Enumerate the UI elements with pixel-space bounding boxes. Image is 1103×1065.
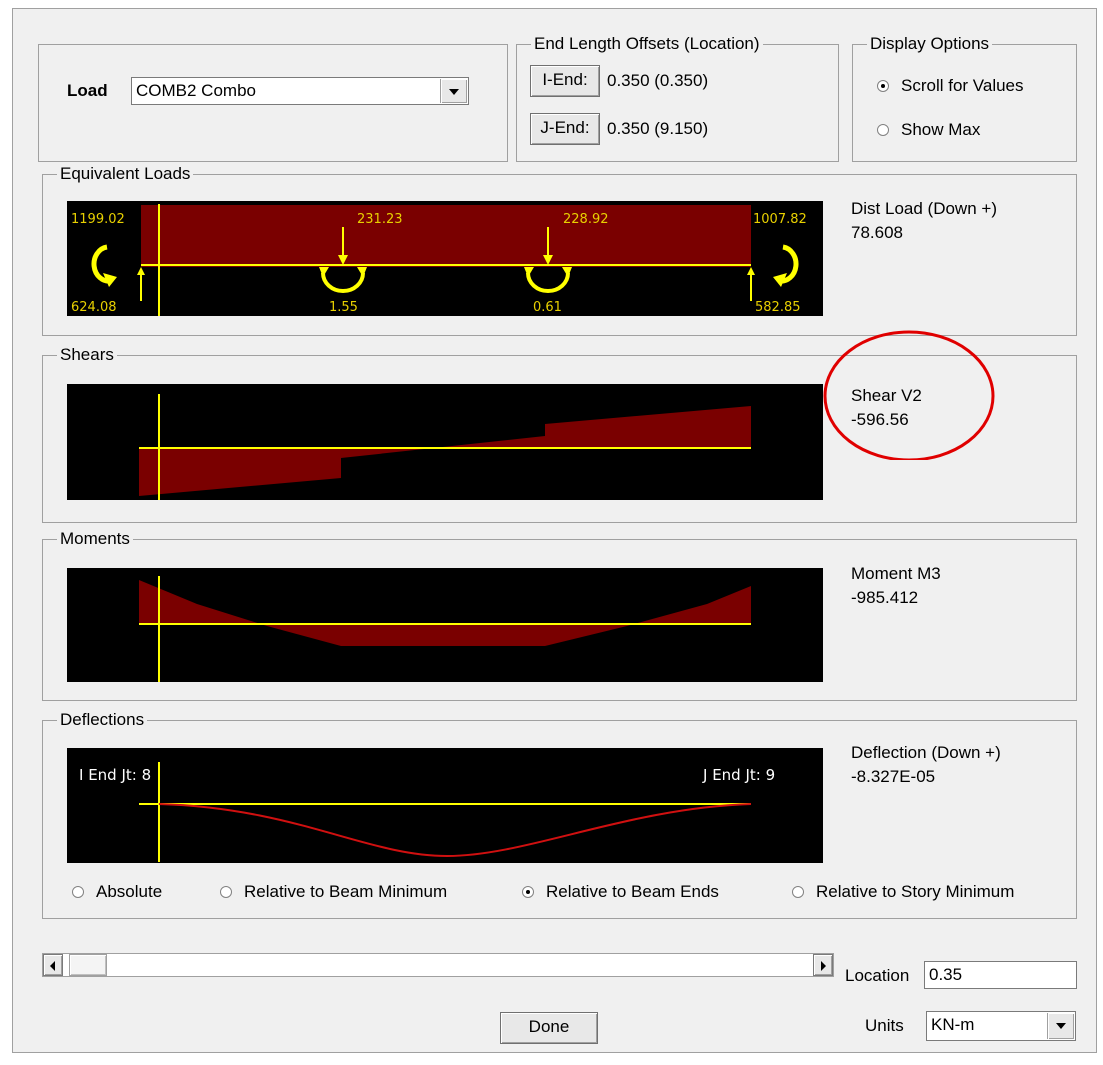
equivalent-loads-diagram: 1199.02 624.08 231.23 1.55 228.92 0.61 1… <box>71 204 807 316</box>
i-end-joint-label: I End Jt: 8 <box>79 766 151 784</box>
equivalent-loads-plot: 1199.02 624.08 231.23 1.55 228.92 0.61 1… <box>67 201 823 316</box>
distributed-load-fill <box>141 205 751 267</box>
label-left-top: 1199.02 <box>71 212 125 227</box>
label-p1-top: 231.23 <box>357 212 403 227</box>
deflection-value: -8.327E-05 <box>851 767 936 786</box>
equivalent-loads-title: Equivalent Loads <box>57 164 194 184</box>
point-moment-1-arc <box>321 272 365 293</box>
radio-relative-beam-ends[interactable]: Relative to Beam Ends <box>522 881 719 903</box>
scroll-right-button[interactable] <box>813 954 833 976</box>
j-end-value: 0.350 (9.150) <box>607 119 709 138</box>
moment-label: Moment M3 <box>851 564 941 583</box>
radio-show-max-label: Show Max <box>901 120 981 139</box>
shears-group: Shears Shear V2 -596.56 <box>42 330 1077 523</box>
arrow-left-icon <box>50 961 55 971</box>
shears-plot <box>67 384 823 500</box>
dist-load-label: Dist Load (Down +) <box>851 199 997 218</box>
display-options-title: Display Options <box>867 34 993 54</box>
units-label: Units <box>865 1016 904 1035</box>
radio-scroll-for-values[interactable]: Scroll for Values <box>877 75 1024 97</box>
end-offsets-group: End Length Offsets (Location) I-End: 0.3… <box>516 34 839 162</box>
scroll-thumb[interactable] <box>69 954 107 976</box>
radio-dot-selected-icon <box>877 80 889 92</box>
moments-group: Moments Moment M3 -985.412 <box>42 529 1077 701</box>
radio-dot-icon <box>877 124 889 136</box>
chevron-down-icon[interactable] <box>1047 1013 1074 1039</box>
deflection-readout: Deflection (Down +) -8.327E-05 <box>851 741 1001 789</box>
load-select[interactable]: COMB2 Combo <box>131 77 469 105</box>
radio-dot-icon <box>72 886 84 898</box>
beam-diagram-dialog: Load COMB2 Combo End Length Offsets (Loc… <box>12 8 1097 1053</box>
location-scrollbar[interactable] <box>42 953 834 977</box>
display-options-group: Display Options Scroll for Values Show M… <box>852 34 1077 162</box>
chevron-down-icon[interactable] <box>440 79 467 103</box>
radio-dot-icon <box>792 886 804 898</box>
shear-diagram <box>139 394 751 500</box>
radio-relative-beam-minimum-label: Relative to Beam Minimum <box>244 882 448 901</box>
moment-value: -985.412 <box>851 588 919 607</box>
moments-plot <box>67 568 823 682</box>
radio-relative-story-minimum[interactable]: Relative to Story Minimum <box>792 881 1014 903</box>
label-p1-bottom: 1.55 <box>329 300 358 315</box>
location-input-value: 0.35 <box>929 965 963 984</box>
radio-relative-beam-minimum[interactable]: Relative to Beam Minimum <box>220 881 447 903</box>
i-end-value: 0.350 (0.350) <box>607 71 709 90</box>
radio-absolute-label: Absolute <box>96 882 163 901</box>
j-end-joint-label: J End Jt: 9 <box>702 766 775 784</box>
equivalent-loads-group: Equivalent Loads 1199.02 624.08 231.23 1… <box>42 164 1077 336</box>
radio-dot-icon <box>220 886 232 898</box>
deflections-title: Deflections <box>57 710 148 730</box>
moment-readout: Moment M3 -985.412 <box>851 562 941 610</box>
shear-fill <box>139 406 751 496</box>
end-offsets-title: End Length Offsets (Location) <box>531 34 763 54</box>
load-group: Load COMB2 Combo <box>38 44 508 162</box>
deflections-plot: I End Jt: 8 J End Jt: 9 <box>67 748 823 863</box>
left-reaction-arrowhead <box>137 267 145 275</box>
dist-load-readout: Dist Load (Down +) 78.608 <box>851 197 997 245</box>
shears-title: Shears <box>57 345 117 365</box>
annotation-circle <box>823 330 995 460</box>
label-p2-bottom: 0.61 <box>533 300 562 315</box>
deflection-diagram: I End Jt: 8 J End Jt: 9 <box>79 762 775 862</box>
label-p2-top: 228.92 <box>563 212 609 227</box>
dist-load-value: 78.608 <box>851 223 903 242</box>
right-reaction-arrowhead <box>747 267 755 275</box>
j-end-button[interactable]: J-End: <box>530 113 600 145</box>
radio-dot-selected-icon <box>522 886 534 898</box>
arrow-right-icon <box>821 961 826 971</box>
label-right-top: 1007.82 <box>753 212 807 227</box>
moment-fill <box>139 580 751 646</box>
deflection-label: Deflection (Down +) <box>851 743 1001 762</box>
i-end-button[interactable]: I-End: <box>530 65 600 97</box>
radio-relative-story-minimum-label: Relative to Story Minimum <box>816 882 1015 901</box>
radio-scroll-for-values-label: Scroll for Values <box>901 76 1024 95</box>
label-right-bottom: 582.85 <box>755 300 801 315</box>
units-select-value: KN-m <box>931 1015 975 1034</box>
point-moment-2-arc <box>526 272 570 293</box>
load-label: Load <box>67 81 108 100</box>
moment-diagram <box>139 576 751 682</box>
load-select-value: COMB2 Combo <box>136 81 256 100</box>
radio-absolute[interactable]: Absolute <box>72 881 162 903</box>
location-input[interactable]: 0.35 <box>924 961 1077 989</box>
units-select[interactable]: KN-m <box>926 1011 1076 1041</box>
moments-title: Moments <box>57 529 133 549</box>
radio-relative-beam-ends-label: Relative to Beam Ends <box>546 882 719 901</box>
deflection-curve <box>158 803 752 858</box>
done-button[interactable]: Done <box>500 1012 598 1044</box>
scroll-left-button[interactable] <box>43 954 63 976</box>
radio-show-max[interactable]: Show Max <box>877 119 980 141</box>
deflections-group: Deflections I End Jt: 8 J End Jt: 9 Defl… <box>42 710 1077 919</box>
label-left-bottom: 624.08 <box>71 300 117 315</box>
location-label: Location <box>845 966 910 985</box>
